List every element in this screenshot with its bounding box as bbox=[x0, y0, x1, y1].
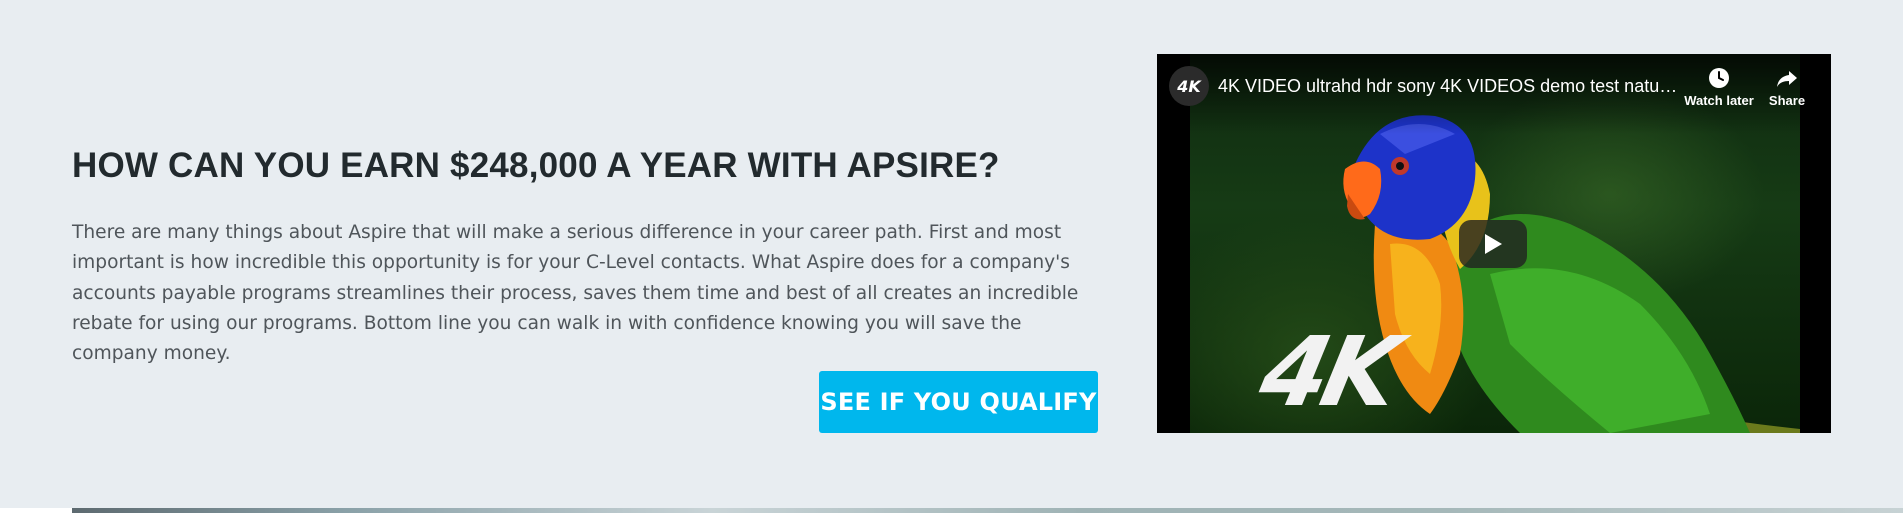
share-arrow-icon bbox=[1777, 71, 1797, 87]
see-if-you-qualify-button[interactable]: SEE IF YOU QUALIFY bbox=[819, 371, 1098, 433]
share-button[interactable]: Share bbox=[1762, 66, 1812, 108]
clock-icon bbox=[1709, 68, 1729, 88]
watch-later-label: Watch later bbox=[1684, 93, 1754, 108]
video-title[interactable]: 4K VIDEO ultrahd hdr sony 4K VIDEOS demo… bbox=[1218, 75, 1678, 97]
video-4k-watermark: 4K bbox=[1251, 316, 1405, 428]
play-icon bbox=[1485, 234, 1502, 254]
section-paragraph: There are many things about Aspire that … bbox=[72, 222, 1079, 365]
share-label: Share bbox=[1768, 93, 1806, 108]
watch-later-button[interactable]: Watch later bbox=[1681, 66, 1757, 108]
next-section-image-edge bbox=[72, 508, 1903, 513]
next-section-edge-left bbox=[0, 508, 72, 513]
qualify-section: HOW CAN YOU EARN $248,000 A YEAR WITH AP… bbox=[0, 0, 1903, 508]
play-button[interactable] bbox=[1459, 220, 1527, 268]
youtube-video-embed[interactable]: 4K 4K 4K VIDEO ultrahd hdr sony 4K VIDEO… bbox=[1157, 54, 1831, 433]
section-heading: HOW CAN YOU EARN $248,000 A YEAR WITH AP… bbox=[72, 146, 1000, 185]
channel-avatar[interactable]: 4K bbox=[1169, 66, 1209, 106]
